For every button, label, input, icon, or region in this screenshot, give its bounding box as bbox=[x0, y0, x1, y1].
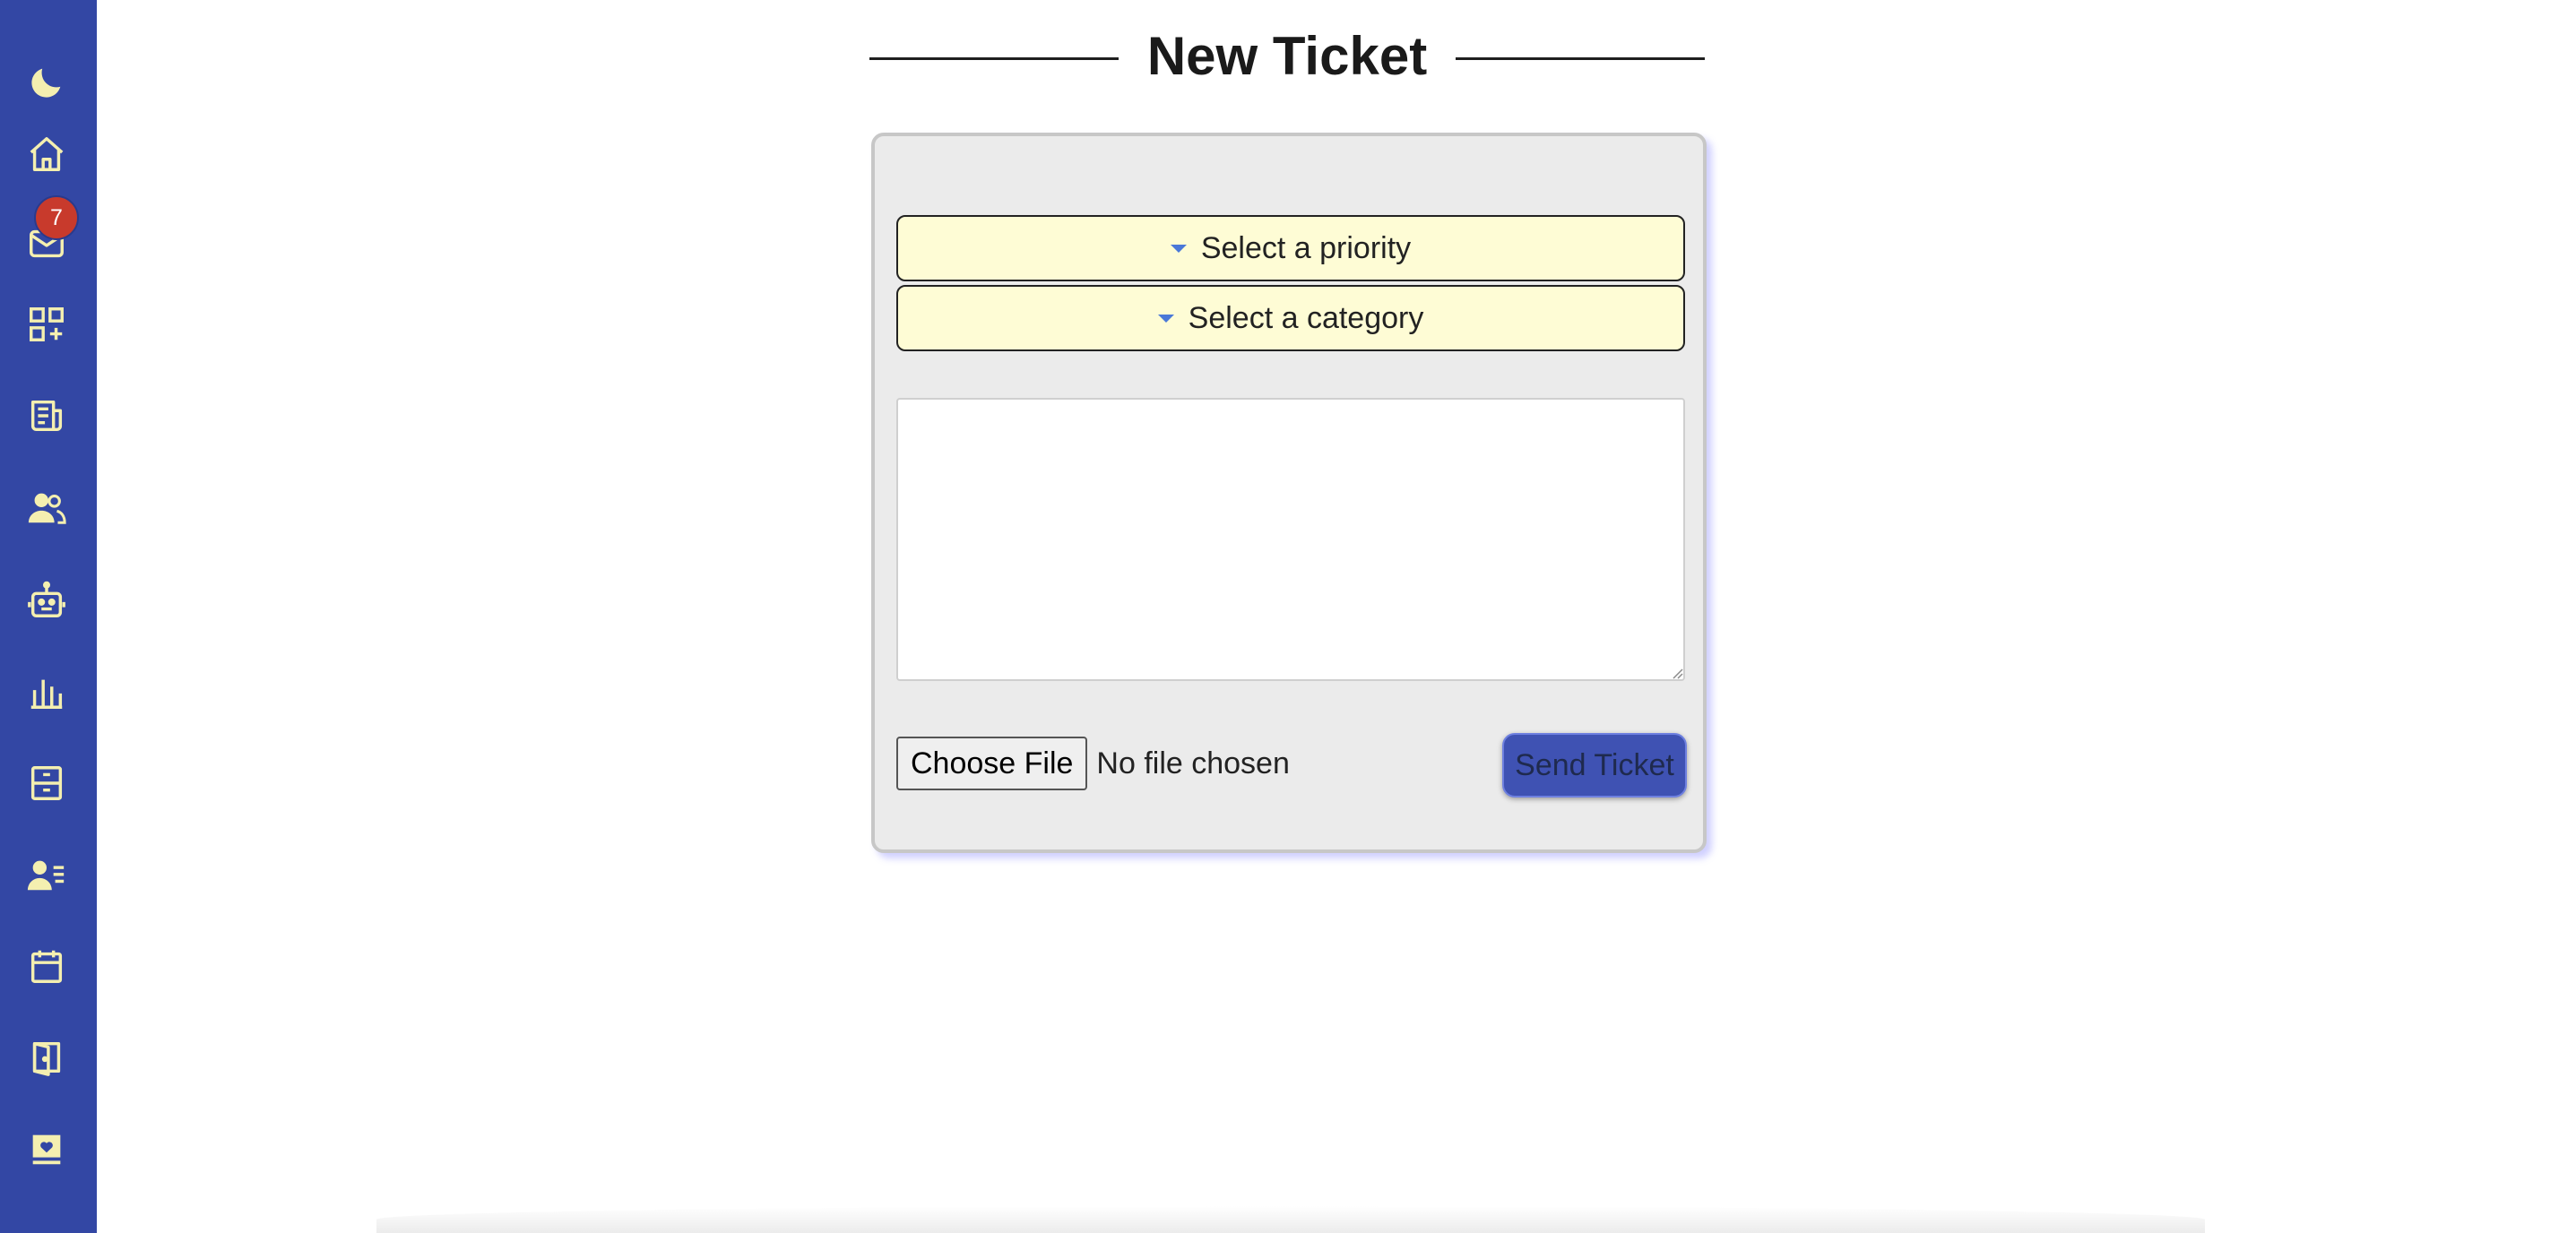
sidebar: 7 bbox=[0, 0, 97, 1233]
door-exit-icon[interactable] bbox=[23, 1034, 70, 1081]
priority-select-label: Select a priority bbox=[1200, 230, 1412, 265]
user-list-icon[interactable] bbox=[23, 851, 70, 898]
title-divider-right bbox=[1456, 57, 1705, 60]
news-icon[interactable] bbox=[23, 392, 70, 439]
message-textarea[interactable] bbox=[896, 398, 1685, 681]
title-row: New Ticket bbox=[869, 18, 1705, 99]
bottom-fade bbox=[376, 1206, 2205, 1233]
page-title: New Ticket bbox=[1146, 26, 1428, 86]
heart-book-icon[interactable] bbox=[23, 1125, 70, 1172]
caret-down-icon bbox=[1170, 244, 1187, 253]
users-icon[interactable] bbox=[23, 484, 70, 530]
unread-badge: 7 bbox=[34, 195, 79, 240]
category-select[interactable]: Select a category bbox=[896, 285, 1685, 351]
priority-select[interactable]: Select a priority bbox=[896, 215, 1685, 281]
file-status-text: No file chosen bbox=[1096, 746, 1290, 780]
resize-grip-icon[interactable] bbox=[1671, 667, 1683, 679]
chart-bars-icon[interactable] bbox=[23, 668, 70, 715]
home-icon[interactable] bbox=[23, 131, 70, 177]
file-upload: Choose File No file chosen bbox=[896, 737, 1290, 790]
moon-icon[interactable] bbox=[23, 59, 70, 106]
archive-icon[interactable] bbox=[23, 760, 70, 806]
apps-add-icon[interactable] bbox=[23, 301, 70, 348]
calendar-icon[interactable] bbox=[23, 943, 70, 989]
ticket-form: Select a priority Select a category Choo… bbox=[871, 133, 1707, 853]
category-select-label: Select a category bbox=[1188, 300, 1424, 335]
send-ticket-button[interactable]: Send Ticket bbox=[1502, 733, 1687, 798]
choose-file-button[interactable]: Choose File bbox=[896, 737, 1088, 790]
robot-icon[interactable] bbox=[23, 577, 70, 624]
caret-down-icon bbox=[1157, 314, 1174, 323]
